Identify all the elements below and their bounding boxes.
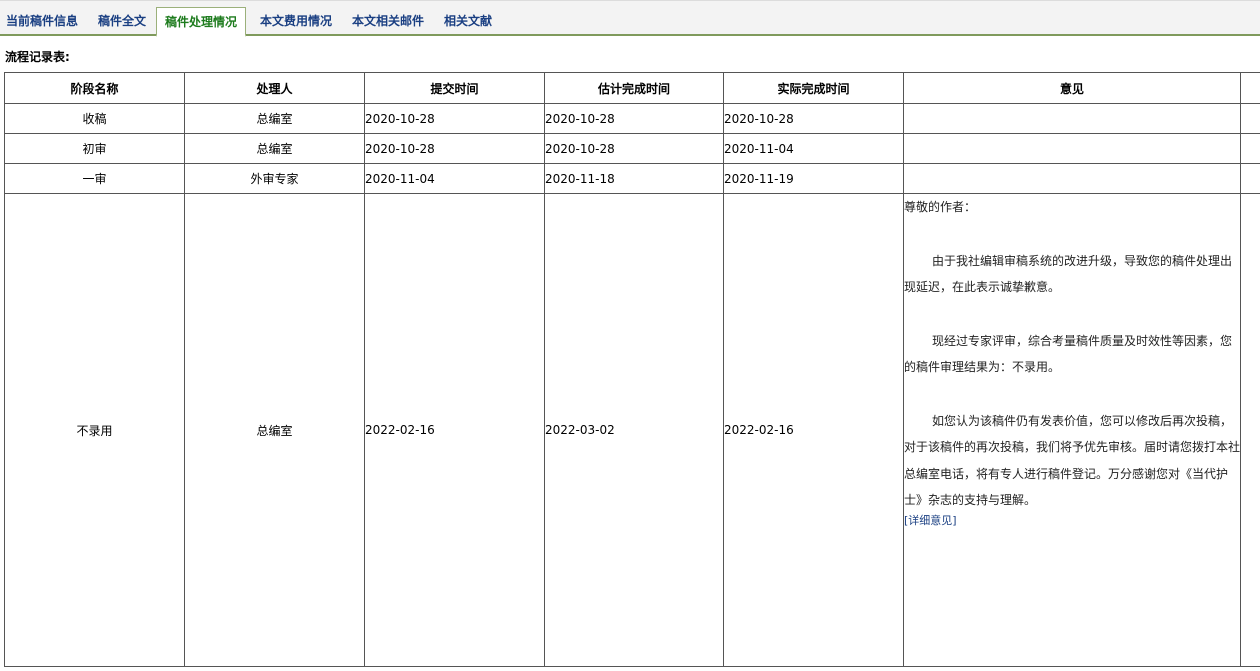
cell-estimated: 2022-03-02 [544,193,724,667]
opinion-paragraph: 由于我社编辑审稿系统的改进升级，导致您的稿件处理出现延迟，在此表示诚挚歉意。 [904,253,1233,295]
header-actual-time: 实际完成时间 [723,72,904,104]
cell-submitted: 2020-10-28 [364,103,545,134]
cell-handler: 总编室 [184,103,365,134]
cell-actual: 2022-02-16 [723,193,904,667]
tab-manuscript-fulltext[interactable]: 稿件全文 [98,7,146,36]
flow-record-table: 阶段名称 处理人 提交时间 估计完成时间 实际完成时间 意见 收稿 总编室 20… [4,72,1260,667]
cell-handler: 外审专家 [184,163,365,194]
table-row: 一审 外审专家 2020-11-04 2020-11-18 2020-11-19 [4,163,1260,194]
cell-actual: 2020-10-28 [723,103,904,134]
cell-extra [1240,133,1260,164]
opinion-paragraph: 现经过专家评审，综合考量稿件质量及时效性等因素，您的稿件审理结果为：不录用。 [904,333,1233,375]
cell-estimated: 2020-10-28 [544,133,724,164]
cell-estimated: 2020-10-28 [544,103,724,134]
table-header-row: 阶段名称 处理人 提交时间 估计完成时间 实际完成时间 意见 [4,72,1260,104]
tab-related-literature[interactable]: 相关文献 [444,7,492,36]
cell-stage: 初审 [4,133,185,164]
cell-opinion [903,163,1241,194]
section-title: 流程记录表: [5,50,70,64]
tab-related-emails[interactable]: 本文相关邮件 [352,7,424,36]
tab-processing-status[interactable]: 稿件处理情况 [156,7,247,37]
cell-handler: 总编室 [184,193,365,667]
header-estimated-time: 估计完成时间 [544,72,724,104]
header-stage-name: 阶段名称 [4,72,185,104]
tab-current-manuscript-info[interactable]: 当前稿件信息 [6,7,78,36]
cell-opinion [903,103,1241,134]
cell-submitted: 2020-10-28 [364,133,545,164]
cell-actual: 2020-11-19 [723,163,904,194]
header-submit-time: 提交时间 [364,72,545,104]
cell-submitted: 2022-02-16 [364,193,545,667]
tab-bar: 当前稿件信息 稿件全文 稿件处理情况 本文费用情况 本文相关邮件 相关文献 [0,0,1260,37]
opinion-greeting: 尊敬的作者： [904,200,977,214]
cell-opinion [903,133,1241,164]
cell-estimated: 2020-11-18 [544,163,724,194]
opinion-paragraph: 如您认为该稿件仍有发表价值，您可以修改后再次投稿，对于该稿件的再次投稿，我们将予… [904,413,1241,508]
cell-extra [1240,103,1260,134]
cell-extra [1240,163,1260,194]
table-row: 收稿 总编室 2020-10-28 2020-10-28 2020-10-28 [4,103,1260,134]
header-extra [1240,72,1260,104]
cell-submitted: 2020-11-04 [364,163,545,194]
tab-fee-status[interactable]: 本文费用情况 [260,7,332,36]
cell-actual: 2020-11-04 [723,133,904,164]
cell-extra [1240,193,1260,667]
cell-opinion: 尊敬的作者： 由于我社编辑审稿系统的改进升级，导致您的稿件处理出现延迟，在此表示… [903,193,1241,667]
table-row: 初审 总编室 2020-10-28 2020-10-28 2020-11-04 [4,133,1260,164]
table-row: 不录用 总编室 2022-02-16 2022-03-02 2022-02-16… [4,193,1260,667]
header-handler: 处理人 [184,72,365,104]
header-opinion: 意见 [903,72,1241,104]
cell-stage: 一审 [4,163,185,194]
cell-handler: 总编室 [184,133,365,164]
cell-stage: 收稿 [4,103,185,134]
cell-stage: 不录用 [4,193,185,667]
detail-opinion-link[interactable]: [详细意见] [905,514,1240,528]
